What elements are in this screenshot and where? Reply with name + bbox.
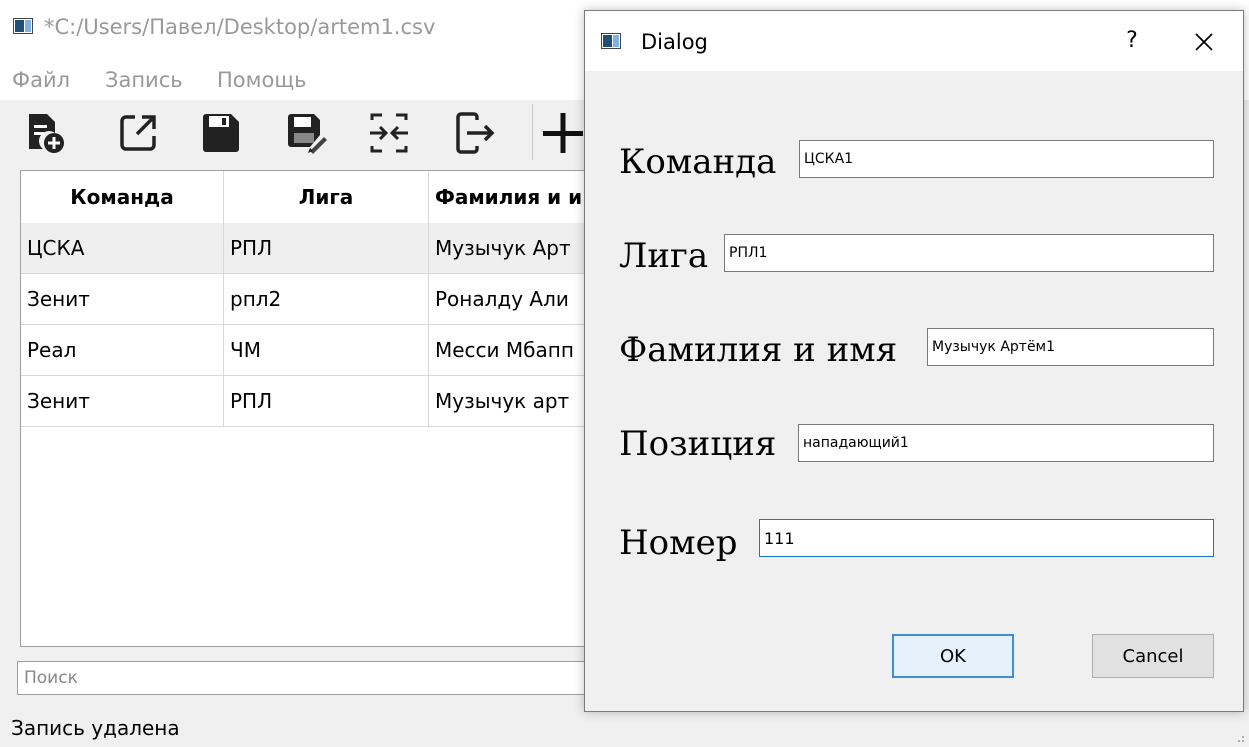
add-button[interactable] [540, 110, 586, 156]
table-cell[interactable]: Зенит [21, 274, 224, 324]
ok-button[interactable]: OK [892, 634, 1014, 678]
league-input[interactable] [725, 235, 1213, 271]
status-text: Запись удалена [11, 716, 180, 740]
league-label: Лига [619, 236, 709, 276]
window-title: *C:/Users/Павел/Desktop/artem1.csv [44, 15, 436, 39]
team-label: Команда [619, 142, 777, 182]
new-file-icon [29, 114, 64, 153]
open-external-button[interactable] [115, 110, 161, 156]
data-table[interactable]: Команда Лига Фамилия и и ЦСКА РПЛ Музычу… [20, 170, 590, 647]
position-label: Позиция [619, 424, 777, 464]
table-cell[interactable]: Зенит [21, 376, 224, 426]
team-input[interactable] [800, 141, 1213, 177]
cancel-button[interactable]: Cancel [1092, 634, 1214, 678]
add-icon [543, 113, 583, 153]
search-input[interactable] [18, 662, 586, 694]
table-cell[interactable]: Роналду Али [429, 274, 589, 324]
column-header-league[interactable]: Лига [224, 171, 429, 223]
table-cell[interactable]: Музычук арт [429, 376, 589, 426]
table-cell[interactable]: Музычук Арт [429, 223, 589, 273]
toolbar-separator [532, 104, 533, 160]
position-input[interactable] [799, 425, 1213, 461]
exit-icon [456, 112, 495, 154]
table-cell[interactable]: ЦСКА [21, 223, 224, 273]
merge-icon [370, 113, 408, 153]
league-field[interactable] [724, 234, 1214, 272]
table-row[interactable]: ЦСКА РПЛ Музычук Арт [21, 223, 589, 274]
help-button[interactable]: ? [1117, 23, 1147, 59]
dialog-title: Dialog [641, 30, 708, 54]
column-header-name[interactable]: Фамилия и и [429, 171, 589, 223]
table-header: Команда Лига Фамилия и и [21, 171, 589, 224]
team-field[interactable] [799, 140, 1214, 178]
app-icon [13, 18, 33, 34]
dialog-titlebar: Dialog ? [585, 11, 1243, 71]
name-field[interactable] [927, 328, 1214, 366]
save-as-button[interactable] [283, 110, 329, 156]
new-file-button[interactable] [22, 110, 68, 156]
search-box[interactable] [17, 661, 587, 695]
edit-dialog: Dialog ? Команда Лига Фамилия и имя Пози… [584, 10, 1244, 712]
number-input[interactable] [760, 520, 1213, 556]
dialog-app-icon [601, 33, 621, 49]
table-row[interactable]: Реал ЧМ Месси Мбапп [21, 325, 589, 376]
save-as-icon [288, 114, 327, 154]
column-header-team[interactable]: Команда [21, 171, 224, 223]
table-cell[interactable]: РПЛ [224, 223, 429, 273]
table-cell[interactable]: рпл2 [224, 274, 429, 324]
number-label: Номер [619, 523, 738, 563]
menu-help[interactable]: Помощь [217, 68, 307, 92]
menu-file[interactable]: Файл [12, 68, 70, 92]
table-cell[interactable]: РПЛ [224, 376, 429, 426]
close-icon[interactable] [1189, 27, 1219, 57]
table-row[interactable]: Зенит РПЛ Музычук арт [21, 376, 589, 427]
save-icon [203, 114, 239, 152]
position-field[interactable] [798, 424, 1214, 462]
number-field[interactable] [759, 519, 1214, 557]
table-row[interactable]: Зенит рпл2 Роналду Али [21, 274, 589, 325]
menu-record[interactable]: Запись [105, 68, 183, 92]
merge-button[interactable] [366, 110, 412, 156]
resize-grip-icon[interactable] [1235, 733, 1245, 743]
save-button[interactable] [198, 110, 244, 156]
open-external-icon [120, 115, 156, 151]
table-cell[interactable]: ЧМ [224, 325, 429, 375]
table-cell[interactable]: Месси Мбапп [429, 325, 589, 375]
name-input[interactable] [928, 329, 1213, 365]
exit-button[interactable] [452, 110, 498, 156]
name-label: Фамилия и имя [619, 330, 898, 370]
table-cell[interactable]: Реал [21, 325, 224, 375]
